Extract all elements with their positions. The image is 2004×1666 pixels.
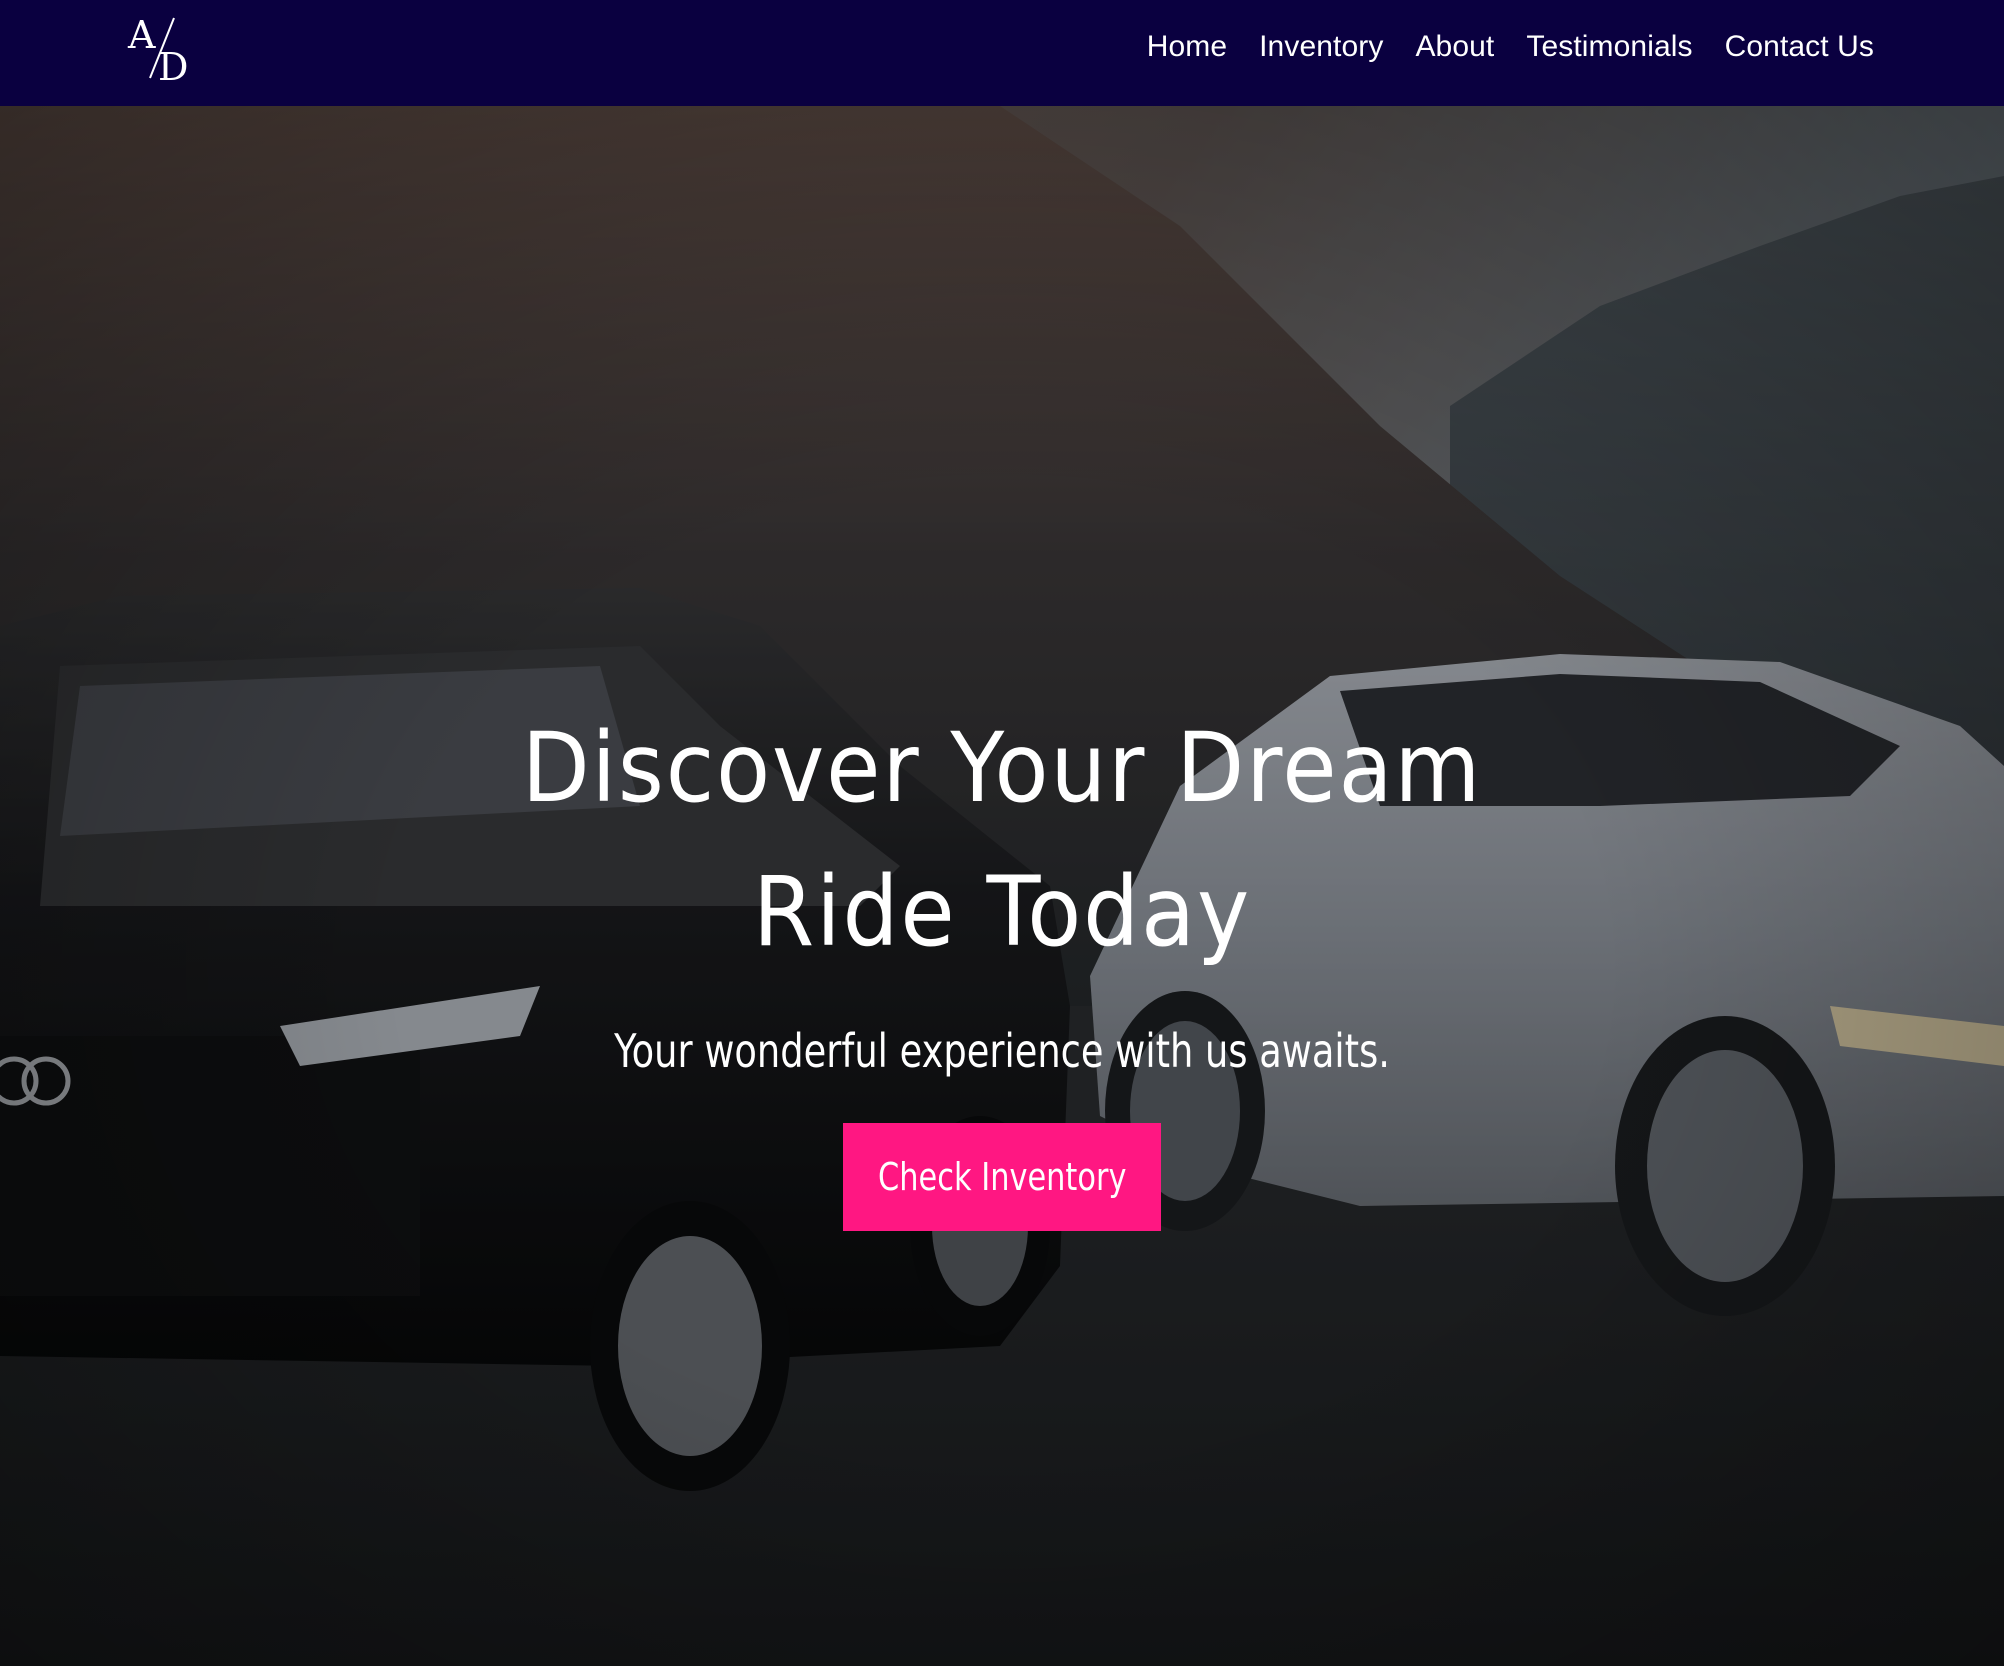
svg-text:A: A <box>127 13 156 57</box>
hero-section: Discover Your Dream Ride Today Your wond… <box>0 106 2004 1666</box>
check-inventory-button[interactable]: Check Inventory <box>843 1123 1161 1231</box>
nav-item-inventory: Inventory <box>1259 30 1383 64</box>
nav-link-inventory[interactable]: Inventory <box>1259 30 1383 63</box>
brand-logo[interactable]: A D <box>124 8 200 84</box>
hero-title-line1: Discover Your Dream <box>521 712 1483 824</box>
nav-item-testimonials: Testimonials <box>1526 30 1692 64</box>
nav-link-testimonials[interactable]: Testimonials <box>1526 30 1692 63</box>
nav-item-contact: Contact Us <box>1725 30 1874 64</box>
hero-subtitle: Your wonderful experience with us awaits… <box>614 1024 1390 1078</box>
nav-link-contact-us[interactable]: Contact Us <box>1725 30 1874 63</box>
nav-link-about[interactable]: About <box>1415 30 1494 63</box>
nav-item-about: About <box>1415 30 1494 64</box>
brand-logo-icon: A D <box>127 13 188 84</box>
hero-title-line2: Ride Today <box>752 856 1252 968</box>
nav-item-home: Home <box>1147 30 1227 64</box>
main-nav: Home Inventory About Testimonials Contac… <box>1147 0 1874 94</box>
svg-text:D: D <box>158 45 188 84</box>
nav-link-home[interactable]: Home <box>1147 30 1227 63</box>
hero-content: Discover Your Dream Ride Today Your wond… <box>0 106 2004 1666</box>
top-navbar: A D Home Inventory About Testimonials Co… <box>0 0 2004 106</box>
check-inventory-label: Check Inventory <box>877 1155 1127 1199</box>
hero-title: Discover Your Dream Ride Today <box>450 696 1554 984</box>
